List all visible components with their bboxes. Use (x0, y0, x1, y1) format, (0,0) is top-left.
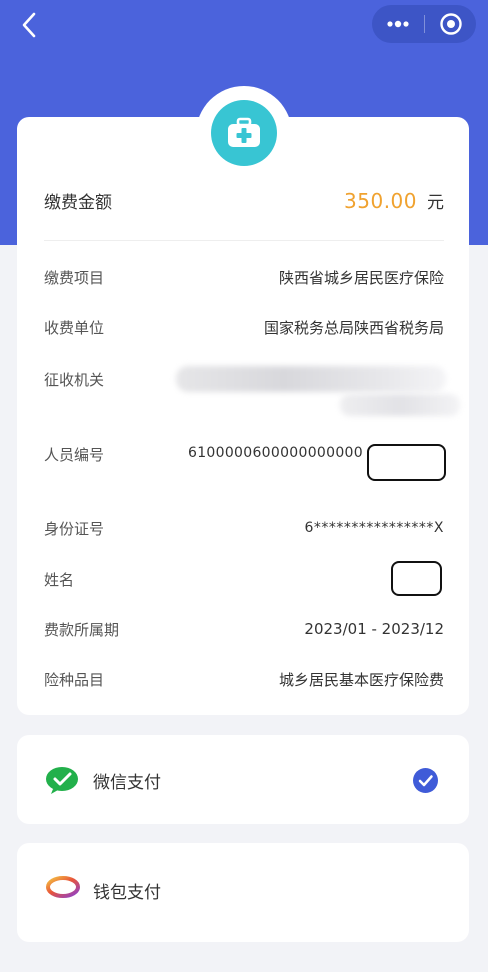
wallet-ring-icon (46, 876, 80, 898)
detail-value: 2023/01 - 2023/12 (304, 620, 444, 638)
payment-option-label: 钱包支付 (93, 883, 161, 903)
detail-value: 6100000600000000000 (188, 445, 363, 461)
redaction-box (367, 444, 446, 481)
wechat-pay-icon (46, 767, 78, 794)
medical-kit-icon (228, 117, 260, 147)
detail-label: 身份证号 (44, 519, 105, 538)
detail-row-unit: 收费单位 国家税务总局陕西省税务局 (44, 312, 444, 342)
page-bottom-edge (0, 942, 488, 972)
close-button[interactable] (425, 5, 476, 43)
payment-option-wechat[interactable]: 微信支付 (17, 735, 469, 824)
detail-label: 人员编号 (44, 445, 105, 464)
detail-row-insurance-type: 险种品目 城乡居民基本医疗保险费 (44, 664, 444, 694)
payment-amount-row: 缴费金额 350.00 元 (44, 181, 444, 219)
amount-label: 缴费金额 (44, 192, 112, 213)
detail-row-period: 费款所属期 2023/01 - 2023/12 (44, 614, 444, 644)
detail-label: 姓名 (44, 570, 75, 589)
amount-unit: 元 (427, 192, 444, 213)
detail-value: 陕西省城乡居民医疗保险 (278, 268, 444, 287)
amount-value: 350.00 (344, 188, 417, 213)
more-button[interactable] (372, 5, 424, 43)
detail-label: 缴费项目 (44, 268, 105, 287)
check-circle-icon (413, 768, 438, 793)
back-button[interactable] (14, 10, 44, 40)
detail-label: 险种品目 (44, 670, 105, 689)
detail-value: 6****************X (304, 520, 444, 536)
target-close-icon (439, 13, 462, 35)
payment-option-wallet[interactable]: 钱包支付 (17, 843, 469, 942)
detail-label: 费款所属期 (44, 620, 120, 639)
payment-option-label: 微信支付 (93, 773, 161, 793)
detail-row-name: 姓名 (44, 564, 444, 594)
mini-program-capsule (372, 5, 476, 43)
amount-divider (44, 240, 444, 241)
detail-value: 国家税务总局陕西省税务局 (263, 318, 444, 337)
detail-row-item: 缴费项目 陕西省城乡居民医疗保险 (44, 262, 444, 292)
redacted-authority-blur (176, 366, 446, 392)
redaction-box (391, 561, 442, 596)
service-icon-badge (211, 100, 277, 166)
chevron-left-icon (22, 12, 36, 38)
detail-label: 征收机关 (44, 370, 105, 389)
more-dots-icon (387, 20, 409, 28)
detail-value: 城乡居民基本医疗保险费 (278, 670, 444, 689)
detail-row-id-number: 身份证号 6****************X (44, 513, 444, 543)
detail-label: 收费单位 (44, 318, 105, 337)
redacted-authority-blur (340, 394, 460, 416)
